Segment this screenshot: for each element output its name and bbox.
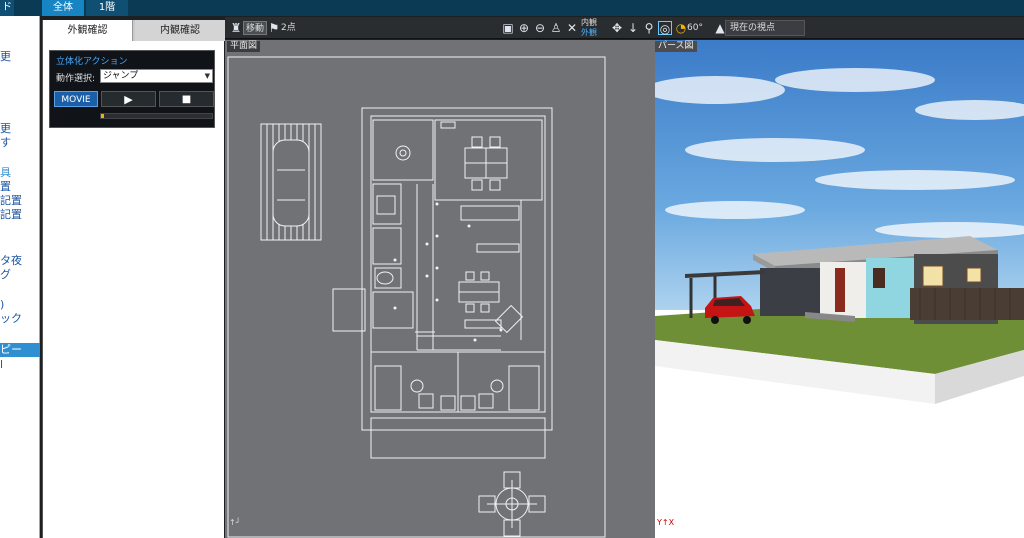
carport [260,123,322,241]
sidebar-item[interactable]: 記置 [0,194,22,207]
sidebar-item[interactable]: グ [0,268,11,281]
camera-angle-icon[interactable]: ◔ [674,21,688,35]
sidebar: 更 更 す 具 置 記置 記置 タ夜 グ ) ック ピー l [0,16,40,538]
plan-view-label: 平面図 [227,41,261,52]
perspective-view-label: パース図 [655,41,697,52]
plan-view[interactable]: 平面図 ↑┘ [225,40,655,538]
tab-floor-1[interactable]: 1階 [86,0,128,16]
two-point-icon[interactable]: ⚑ [267,21,281,35]
interior-label[interactable]: 内観 [581,18,597,28]
angle-value[interactable]: 60° [687,20,703,36]
walk-icon[interactable]: ♜ [229,21,243,35]
tab-interior-check[interactable]: 内観確認 [135,20,225,41]
pan-icon[interactable]: ✥ [610,21,624,35]
sidebar-item[interactable]: タ夜 [0,254,22,267]
tab-exterior-check[interactable]: 外観確認 [43,20,133,41]
sidebar-item[interactable]: 置 [0,180,11,193]
view-toolbar: ♜ 移動 ⚑ 2点 ▣ ⊕ ⊖ ♙ ✕ 内観 外観 ✥ ↓ ⚲ ◎ ◔ 60° … [225,17,1024,39]
progress-fill [101,114,105,118]
axis-indicator: ↑┘ [229,518,241,527]
down-arrow-icon[interactable]: ↓ [626,21,640,35]
sidebar-item[interactable]: 具 [0,166,11,179]
pin-icon[interactable]: ⚲ [642,21,656,35]
perspective-view[interactable]: パース図 Y↑X [655,40,1024,538]
person-icon[interactable]: ♙ [549,21,563,35]
action-title: 立体化アクション [56,57,128,67]
action-select-label: 動作選択: [56,74,96,84]
viewpoint-select[interactable]: 現在の視点 [725,20,805,36]
sidebar-item[interactable]: 更 [0,50,11,63]
sidebar-item[interactable]: す [0,136,11,149]
chevron-down-icon: ▼ [204,72,210,80]
perspective-render [655,40,1024,538]
stop-icon: ■ [181,94,192,105]
sidebar-item[interactable]: l [0,358,3,371]
zoom-out-icon[interactable]: ⊖ [533,21,547,35]
play-button[interactable]: ▶ [101,91,156,107]
action-select-value: ジャンプ [103,71,139,81]
control-panel: 外観確認 内観確認 立体化アクション 動作選択: ジャンプ ▼ MOVIE ▶ … [42,20,225,538]
top-tab-bar: ド 全体 1階 [0,0,1024,16]
exterior-label[interactable]: 外観 [581,28,597,38]
compass-symbol [478,471,546,537]
two-point-label[interactable]: 2点 [281,20,296,36]
sidebar-item[interactable]: 更 [0,122,11,135]
action-select[interactable]: ジャンプ ▼ [100,69,213,83]
play-icon: ▶ [124,93,133,106]
action-box: 立体化アクション 動作選択: ジャンプ ▼ MOVIE ▶ ■ [49,50,215,128]
zoom-in-icon[interactable]: ⊕ [517,21,531,35]
orbit-icon[interactable]: ◎ [658,21,672,36]
fit-icon[interactable]: ✕ [565,21,579,35]
tab-all[interactable]: 全体 [42,0,84,16]
sidebar-item-selected[interactable]: ピー [0,343,22,356]
move-button[interactable]: 移動 [243,21,268,35]
app-window: ド 全体 1階 更 更 す 具 置 記置 記置 タ夜 グ ) ック ピー l 外… [0,0,1024,538]
view-reset-icon[interactable]: ▣ [501,21,515,35]
sidebar-item[interactable]: ) [0,298,4,311]
sidebar-item[interactable]: ック [0,312,22,325]
xyz-axis-indicator: Y↑X [657,518,675,527]
stop-button[interactable]: ■ [159,91,214,107]
tab-left-partial[interactable]: ド [0,0,14,16]
floor-plan-drawing [227,56,606,538]
movie-button[interactable]: MOVIE [54,91,98,107]
viewpoint-value: 現在の視点 [730,23,776,33]
sidebar-item[interactable]: 記置 [0,208,22,221]
panel-tabs: 外観確認 内観確認 [43,20,225,41]
playback-progress[interactable] [100,113,213,119]
